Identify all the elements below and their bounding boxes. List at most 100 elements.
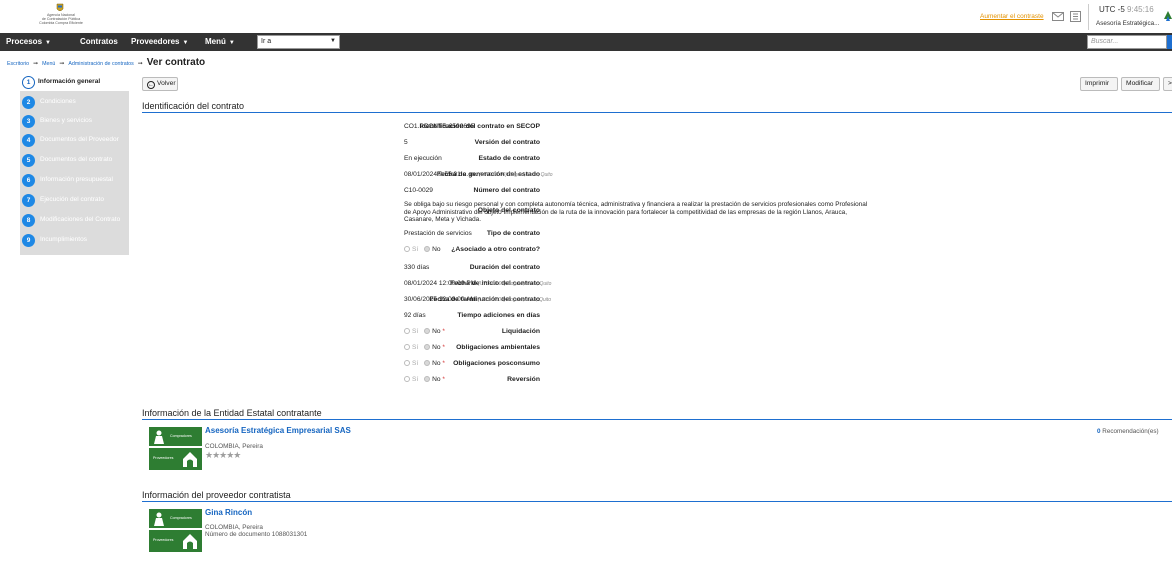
search-input[interactable]: Buscar... xyxy=(1087,35,1167,49)
field-value: 30/06/2025 12:00:00 AM (UTC-05:00) Bogot… xyxy=(404,296,551,303)
entity-logo: Compradores Proveedores xyxy=(149,427,202,470)
step-informacion-presupuestal[interactable]: 6 Información presupuestal xyxy=(22,173,128,189)
radio-yes[interactable] xyxy=(404,376,410,382)
entity-name-link[interactable]: Asesoría Estratégica Empresarial SAS xyxy=(205,426,351,435)
arrow-right-icon: ➞ xyxy=(137,61,143,67)
radio-no-label: No xyxy=(432,360,441,367)
step-number: 6 xyxy=(22,174,35,187)
radio-no[interactable] xyxy=(424,376,431,382)
recommendations-count: 0 xyxy=(1097,428,1101,435)
logo-bottom-text: Proveedores xyxy=(153,538,174,542)
more-button[interactable]: > xyxy=(1163,77,1172,91)
step-modificaciones-contrato[interactable]: 8 Modificaciones del Contrato xyxy=(22,213,128,229)
timezone-note: (UTC-05:00) Bogotá, Lima, Quito xyxy=(479,172,553,178)
nav-menu[interactable]: Menú ▼ xyxy=(205,37,235,46)
mail-icon[interactable] xyxy=(1052,12,1064,21)
contract-section-title: Identificación del contrato xyxy=(142,101,245,111)
radio-yes[interactable] xyxy=(404,328,410,334)
radio-yes-label: Sí xyxy=(412,328,419,335)
step-informacion-general[interactable]: 1 Información general xyxy=(20,75,129,91)
nav-procesos[interactable]: Procesos ▼ xyxy=(6,37,51,46)
main-navbar: Procesos ▼ Contratos Proveedores ▼ Menú ▼ I… xyxy=(0,33,1172,51)
field-label: Versión del contrato xyxy=(474,139,540,146)
print-button[interactable]: Imprimir xyxy=(1080,77,1118,91)
step-condiciones[interactable]: 2 Condiciones xyxy=(22,95,128,111)
field-row: Reversión Sí No * xyxy=(142,375,1042,387)
organization-logo-icon[interactable] xyxy=(1162,9,1172,29)
back-button[interactable]: ← Volver xyxy=(142,77,178,91)
logo-divider xyxy=(149,528,202,530)
contract-object-text: Se obliga bajo su riesgo personal y con … xyxy=(404,201,868,224)
radio-yes[interactable] xyxy=(404,360,410,366)
step-label: Bienes y servicios xyxy=(40,117,93,124)
radio-no[interactable] xyxy=(424,328,431,334)
section-divider xyxy=(142,112,1172,113)
supplier-name-link[interactable]: Gina Rincón xyxy=(205,508,252,517)
step-number: 8 xyxy=(22,214,35,227)
supplier-section-title: Información del proveedor contratista xyxy=(142,490,291,500)
modify-button[interactable]: Modificar xyxy=(1121,77,1160,91)
notebook-icon[interactable] xyxy=(1070,11,1081,22)
step-documentos-proveedor[interactable]: 4 Documentos del Proveedor xyxy=(22,133,128,149)
breadcrumb-administracion[interactable]: Administración de contratos xyxy=(68,61,133,67)
nav-contratos-label: Contratos xyxy=(80,37,118,46)
logo-top-text: Compradores xyxy=(170,434,192,438)
field-row: Tipo de contrato Prestación de servicios xyxy=(142,229,1042,241)
field-value: 08/01/2024 9:55:01 a. m. (UTC-05:00) Bog… xyxy=(404,171,553,178)
field-row: Fecha de generación del estado 08/01/202… xyxy=(142,170,1042,182)
field-label: Obligaciones ambientales xyxy=(456,344,540,351)
step-bienes-servicios[interactable]: 3 Bienes y servicios xyxy=(22,114,128,130)
breadcrumb-escritorio[interactable]: Escritorio xyxy=(7,61,29,67)
step-documentos-contrato[interactable]: 5 Documentos del contrato xyxy=(22,153,128,169)
logo-divider xyxy=(149,446,202,448)
step-ejecucion-contrato[interactable]: 7 Ejecución del contrato xyxy=(22,193,128,209)
field-label: Duración del contrato xyxy=(469,264,540,271)
field-value: C10-0029 xyxy=(404,187,433,194)
nav-proveedores[interactable]: Proveedores ▼ xyxy=(131,37,188,46)
contrast-link[interactable]: Aumentar el contraste xyxy=(980,13,1044,20)
radio-no[interactable] xyxy=(424,246,431,252)
goto-select[interactable]: Ir a ▼ xyxy=(257,35,340,49)
coat-of-arms-icon xyxy=(56,3,64,11)
date-value: 08/01/2024 12:00:00 PM xyxy=(404,280,477,287)
step-label: Información general xyxy=(38,78,101,85)
step-number: 9 xyxy=(22,234,35,247)
logo-line-3: Colombia Compra Eficiente xyxy=(39,21,83,25)
radio-group: Sí No xyxy=(404,246,441,253)
colombia-compra-logo[interactable]: Agencia Nacional de Contratación Pública… xyxy=(30,3,92,31)
field-row: Tiempo adiciones en días 92 días xyxy=(142,311,1042,323)
radio-yes[interactable] xyxy=(404,246,410,252)
radio-group: Sí No * xyxy=(404,360,445,367)
nav-proveedores-label: Proveedores xyxy=(131,37,180,46)
organization-name[interactable]: Asesoría Estratégica... xyxy=(1096,20,1159,27)
radio-no-label: No xyxy=(432,376,441,383)
field-row: Fecha de inicio del contrato 08/01/2024 … xyxy=(142,279,1042,291)
radio-yes-label: Sí xyxy=(412,246,419,253)
field-row: Obligaciones ambientales Sí No * xyxy=(142,343,1042,355)
field-label: Tipo de contrato xyxy=(486,230,540,237)
recommendations[interactable]: 0 Recomendación(es) xyxy=(1097,428,1159,435)
field-row: Objeto del contrato Se obliga bajo su ri… xyxy=(142,201,1042,225)
breadcrumb: Escritorio ➞ Menú ➞ Administración de contra… xyxy=(7,57,205,68)
step-incumplimientos[interactable]: 9 Incumplimientos xyxy=(22,233,128,249)
field-label: ¿Asociado a otro contrato? xyxy=(451,246,540,253)
utc-clock: UTC -5 9:45:16 xyxy=(1099,5,1154,14)
supplier-logo: Compradores Proveedores xyxy=(149,509,202,552)
field-row: Obligaciones posconsumo Sí No * xyxy=(142,359,1042,371)
required-marker: * xyxy=(442,376,445,383)
required-marker: * xyxy=(442,328,445,335)
search-button[interactable] xyxy=(1167,35,1172,49)
radio-no[interactable] xyxy=(424,360,431,366)
field-row: Liquidación Sí No * xyxy=(142,327,1042,339)
radio-no[interactable] xyxy=(424,344,431,350)
nav-contratos[interactable]: Contratos xyxy=(80,37,118,46)
section-divider xyxy=(142,419,1172,420)
step-number: 4 xyxy=(22,134,35,147)
field-value: En ejecución xyxy=(404,155,442,162)
steps-sidebar: 1 Información general 2 Condiciones 3 Bi… xyxy=(20,75,129,255)
radio-yes[interactable] xyxy=(404,344,410,350)
house-icon xyxy=(183,534,197,549)
breadcrumb-menu[interactable]: Menú xyxy=(42,61,55,67)
date-value: 08/01/2024 9:55:01 a. m. xyxy=(404,171,478,178)
section-divider xyxy=(142,501,1172,502)
